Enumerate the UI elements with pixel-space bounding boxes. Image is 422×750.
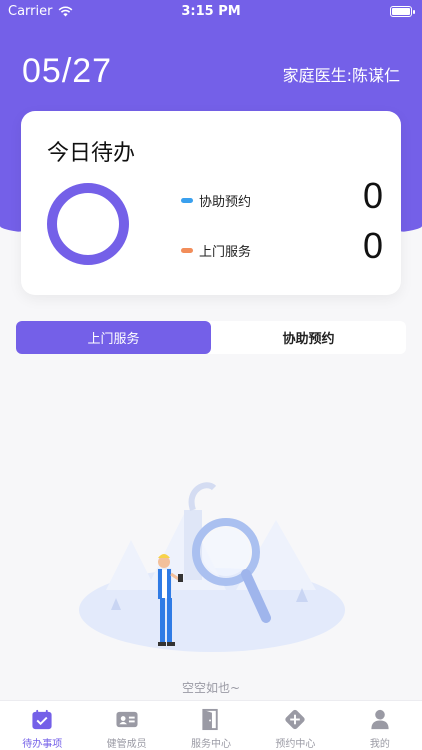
tabbar-item-members[interactable]: 健管成员 [84,701,168,750]
legend-assist-booking: 协助预约 [181,191,251,210]
status-bar: Carrier 3:15 PM [0,0,422,24]
calendar-check-icon [32,709,52,730]
card-title: 今日待办 [47,141,136,166]
today-todo-card: 今日待办 协助预约 0 上门服务 0 [21,111,401,295]
assist-booking-count: 0 [362,175,383,216]
tabbar-item-todo[interactable]: 待办事项 [0,701,84,750]
tabbar-label: 待办事项 [22,739,63,750]
tab-assist-booking[interactable]: 协助预约 [211,321,406,354]
home-service-count: 0 [362,225,383,266]
family-doctor-label: 家庭医生:陈谋仁 [282,66,400,85]
plus-diamond-icon [285,709,306,730]
door-icon [202,708,218,731]
tabbar-label: 预约中心 [275,739,316,750]
legend-label: 上门服务 [199,245,252,260]
tabbar-item-booking-center[interactable]: 预约中心 [253,701,337,750]
legend-dot-orange [181,248,193,253]
tab-home-service[interactable]: 上门服务 [16,321,211,354]
bottom-tab-bar: 待办事项 健管成员 服务中心 预约中心 我的 [0,700,422,750]
tabbar-item-service-center[interactable]: 服务中心 [169,701,253,750]
empty-state-text: 空空如也~ [181,681,241,695]
current-date: 05/27 [22,52,113,90]
person-icon [371,709,389,730]
legend-dot-blue [181,198,193,203]
battery-icon [390,6,415,17]
segment-tabs: 上门服务 协助预约 [16,321,406,354]
tabbar-label: 服务中心 [191,739,232,750]
todo-donut-chart [47,183,129,265]
tabbar-item-mine[interactable]: 我的 [338,701,422,750]
id-card-icon [116,711,138,728]
tabbar-label: 我的 [369,739,390,750]
tabbar-label: 健管成员 [106,739,147,750]
empty-state-illustration [79,482,345,652]
legend-label: 协助预约 [199,195,252,210]
legend-home-service: 上门服务 [181,241,251,260]
status-time: 3:15 PM [181,4,241,19]
